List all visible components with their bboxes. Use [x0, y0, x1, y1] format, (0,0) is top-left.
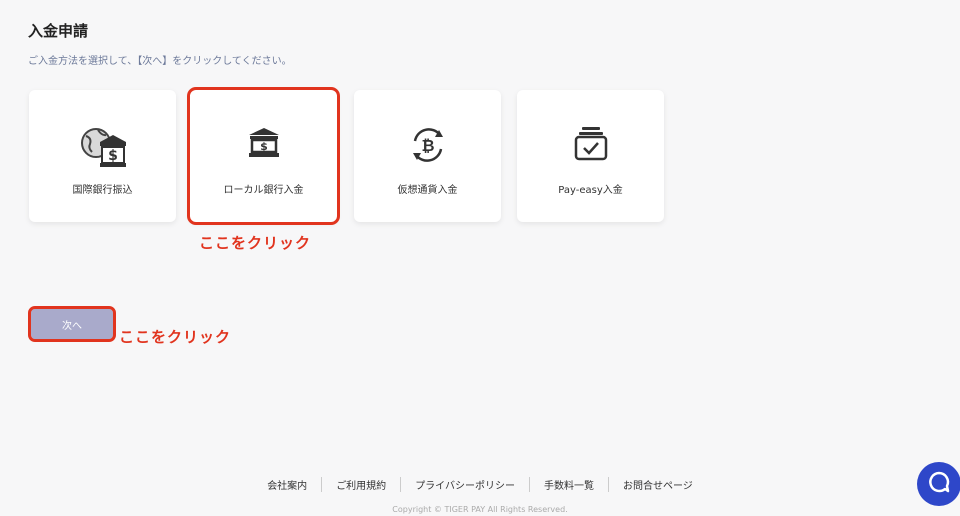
method-card-crypto[interactable]: ₿ 仮想通貨入金: [354, 90, 501, 222]
payeasy-icon: [574, 126, 608, 166]
bitcoin-exchange-icon: ₿: [409, 126, 447, 168]
method-card-local-bank[interactable]: $ ローカル銀行入金: [187, 87, 340, 225]
chat-bubble-icon: [927, 470, 951, 498]
method-label: 仮想通貨入金: [397, 185, 458, 196]
method-label: ローカル銀行入金: [223, 185, 304, 196]
svg-text:$: $: [108, 148, 118, 164]
footer-link-terms[interactable]: ご利用規約: [321, 477, 400, 492]
method-card-international-bank[interactable]: $ 国際銀行振込: [29, 90, 176, 222]
globe-bank-icon: $: [78, 126, 128, 176]
method-label: Pay-easy入金: [558, 185, 623, 196]
page-title: 入金申請: [28, 22, 89, 40]
svg-text:₿: ₿: [421, 136, 434, 155]
footer-link-contact[interactable]: お問合せページ: [608, 477, 707, 492]
bank-icon: $: [248, 126, 280, 162]
card-click-annotation: ここをクリック: [199, 234, 312, 252]
footer-links: 会社案内 ご利用規約 プライバシーポリシー 手数料一覧 お問合せページ: [0, 477, 960, 492]
chat-button[interactable]: [917, 462, 960, 506]
next-button[interactable]: 次へ: [28, 306, 116, 342]
method-card-payeasy[interactable]: Pay-easy入金: [517, 90, 664, 222]
footer-link-privacy[interactable]: プライバシーポリシー: [400, 477, 529, 492]
footer-link-company[interactable]: 会社案内: [253, 477, 321, 492]
svg-text:$: $: [260, 140, 268, 153]
copyright: Copyright © TIGER PAY All Rights Reserve…: [392, 505, 568, 514]
page-subtitle: ご入金方法を選択して、【次へ】をクリックしてください。: [28, 56, 292, 67]
footer-link-fees[interactable]: 手数料一覧: [529, 477, 608, 492]
method-label: 国際銀行振込: [72, 185, 133, 196]
button-click-annotation: ここをクリック: [119, 328, 232, 346]
